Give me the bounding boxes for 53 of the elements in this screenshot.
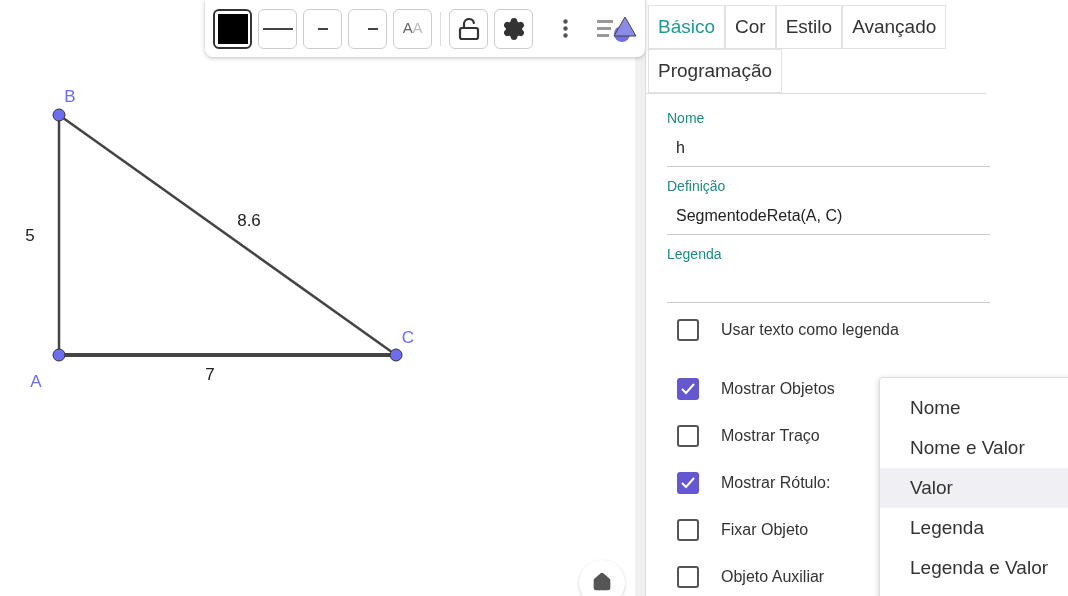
dash-icon [317,27,328,30]
field-label: Definição [667,177,727,196]
color-swatch-icon [217,13,248,44]
home-icon [592,572,612,592]
checkbox[interactable] [677,377,699,400]
field-label: Nome [667,109,706,128]
segment-length: 5 [25,226,35,245]
lock-button[interactable] [449,8,488,49]
text-field[interactable]: Nome h [667,108,990,167]
dash-icon [368,27,378,30]
checkbox-label: Mostrar Objetos [721,378,835,399]
color-button[interactable] [213,8,252,49]
check-icon [681,476,695,489]
checkbox-label: Fixar Objeto [721,519,809,540]
segment-length: 7 [205,365,215,384]
field-value: h [675,138,686,158]
checkbox[interactable] [677,318,699,341]
tab[interactable]: Avançado [842,5,947,49]
settings-button[interactable] [494,8,533,49]
checkbox[interactable] [677,518,699,541]
point-label: A [30,372,42,391]
menu-item[interactable]: Legenda e Valor [880,548,1068,588]
checkbox-label: Mostrar Rótulo: [721,472,831,493]
segment-length: 8.6 [237,211,261,230]
point[interactable] [52,108,66,122]
point-label: B [64,87,76,106]
tab[interactable]: Cor [725,5,776,49]
checkbox-label: Usar texto como legenda [721,319,899,340]
line-button[interactable] [258,8,297,49]
menu-item[interactable]: Valor [880,468,1068,508]
checkbox-label: Mostrar Traço [721,425,820,446]
field-value: SegmentodeReta(A, C) [675,206,844,226]
point-label: C [401,328,415,347]
tab[interactable]: Programação [648,49,783,93]
field-label: Legenda [667,245,723,264]
more-icon [562,19,568,38]
tab[interactable]: Estilo [775,5,843,49]
checkbox[interactable] [677,424,699,447]
menu-item[interactable]: Nome [880,388,1068,428]
line-style-icon [262,27,293,30]
unlock-icon [456,16,481,41]
text-field[interactable]: Legenda [667,244,990,303]
home-button[interactable] [579,560,625,596]
point[interactable] [389,348,403,362]
checkbox[interactable] [677,565,699,588]
settings-icon [501,16,526,41]
text-field[interactable]: Definição SegmentodeReta(A, C) [667,176,990,235]
checkbox[interactable] [677,471,699,494]
check-icon [681,382,695,395]
checkbox-label: Objeto Auxiliar [721,566,825,587]
point[interactable] [52,348,66,362]
menu-item[interactable]: Legenda [880,508,1068,548]
menu-item[interactable]: Nome e Valor [880,428,1068,468]
